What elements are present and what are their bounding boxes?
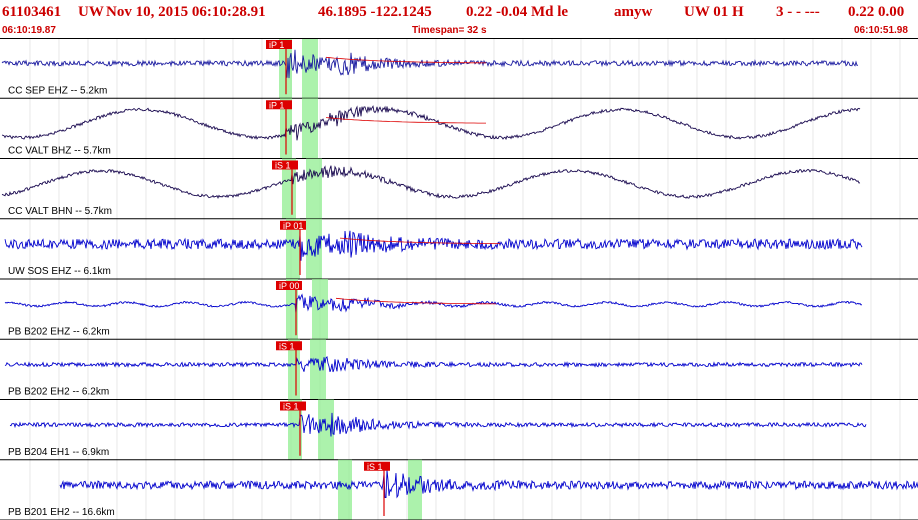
- station-label: UW SOS EHZ -- 6.1km: [8, 266, 111, 277]
- coda-fit-curve: [325, 117, 486, 124]
- waveform-trace: [4, 293, 863, 314]
- end-time: 06:10:51.98: [854, 25, 908, 36]
- waveform-trace: [1, 165, 861, 200]
- station-label: CC VALT BHZ -- 5.7km: [8, 146, 111, 157]
- pick-tag-label: iS 1: [283, 402, 299, 412]
- start-time: 06:10:19.87: [2, 25, 56, 36]
- pick-tag-label: iS 1: [367, 462, 383, 472]
- station-label: CC SEP EHZ -- 5.2km: [8, 85, 107, 96]
- waveform-trace: [1, 49, 859, 79]
- waveform-trace: [1, 105, 861, 141]
- waveform-trace: [4, 230, 863, 261]
- station-label: PB B204 EH1 -- 6.9km: [8, 447, 109, 458]
- event-id: 61103461: [2, 4, 62, 20]
- coda-fit-curve: [325, 56, 486, 64]
- event-network: UW: [78, 4, 104, 20]
- event-header: 61103461 UW Nov 10, 2015 06:10:28.91 46.…: [0, 0, 918, 24]
- trace-row[interactable]: iS 1 CC VALT BHN -- 5.7km: [0, 158, 918, 220]
- waveform-trace: [4, 356, 863, 373]
- phase-window-highlight: [306, 218, 322, 279]
- timespan-label: Timespan= 32 s: [412, 25, 487, 36]
- pick-tag-label: iP 00: [279, 281, 299, 291]
- pick-tag-label: iP 01: [283, 221, 303, 231]
- pick-tag-label: iS 1: [275, 161, 291, 171]
- waveform-trace: [59, 470, 918, 499]
- pick-tag-label: iS 1: [279, 341, 295, 351]
- time-range-bar: 06:10:19.87 Timespan= 32 s 06:10:51.98: [0, 24, 918, 38]
- pick-tag-label: iP 1: [269, 40, 284, 50]
- waveform-trace: [9, 412, 867, 437]
- trace-row[interactable]: iS 1 PB B204 EH1 -- 6.9km: [0, 399, 918, 461]
- event-extra: 3 - - ---: [776, 4, 820, 20]
- trace-row[interactable]: iS 1 PB B202 EH2 -- 6.2km: [0, 339, 918, 400]
- station-label: PB B202 EHZ -- 6.2km: [8, 326, 110, 337]
- event-source: UW 01 H: [684, 4, 744, 20]
- trace-row[interactable]: iP 00 PB B202 EHZ -- 6.2km: [0, 279, 918, 340]
- pick-tag-label: iP 1: [269, 100, 284, 110]
- trace-row[interactable]: iS 1 PB B201 EH2 -- 16.6km: [0, 459, 918, 520]
- phase-window-highlight: [312, 279, 328, 340]
- station-label: PB B201 EH2 -- 16.6km: [8, 507, 115, 518]
- seismogram-panel[interactable]: iP 1 CC SEP EHZ -- 5.2km iP 1 CC VALT BHZ -…: [0, 38, 918, 520]
- station-label: CC VALT BHN -- 5.7km: [8, 206, 112, 217]
- event-trailing: 0.22 0.00: [848, 4, 905, 20]
- trace-row[interactable]: iP 01 UW SOS EHZ -- 6.1km: [0, 218, 918, 280]
- event-datetime: Nov 10, 2015 06:10:28.91: [106, 4, 266, 20]
- trace-row[interactable]: iP 1 CC VALT BHZ -- 5.7km: [0, 98, 918, 159]
- event-latlon: 46.1895 -122.1245: [318, 4, 432, 20]
- event-author: amyw: [614, 4, 653, 20]
- event-magnitude: 0.22 -0.04 Md le: [466, 4, 569, 20]
- trace-row[interactable]: iP 1 CC SEP EHZ -- 5.2km: [0, 38, 918, 99]
- phase-window-highlight: [310, 339, 326, 400]
- station-label: PB B202 EH2 -- 6.2km: [8, 387, 109, 398]
- phase-window-highlight: [306, 158, 322, 219]
